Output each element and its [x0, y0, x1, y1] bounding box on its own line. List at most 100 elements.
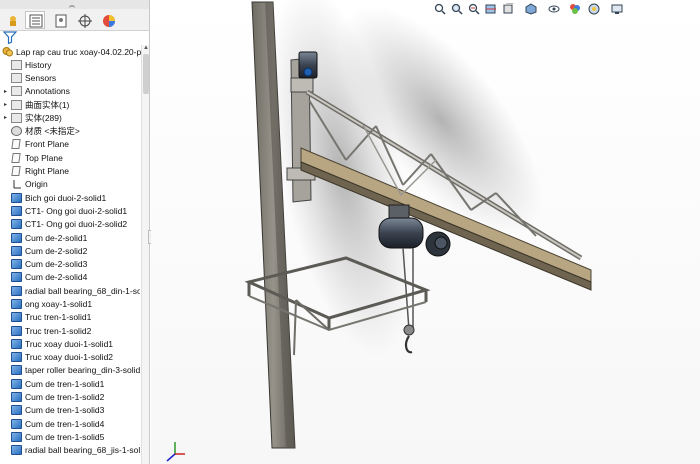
- tree-item-label: CT1- Ong goi duoi-2-solid1: [25, 205, 128, 216]
- solid-body-icon: [11, 392, 22, 403]
- sensors-icon: [11, 72, 22, 83]
- tree-item-label: radial ball bearing_68_din-1-soli: [25, 285, 140, 296]
- solid-body-icon: [11, 405, 22, 416]
- plane-icon: [11, 152, 21, 163]
- tree-item[interactable]: Origin: [0, 178, 140, 191]
- tree-item[interactable]: History: [0, 58, 140, 71]
- tree-item[interactable]: Cum de-2-solid1: [0, 231, 140, 244]
- solid-body-icon: [11, 445, 22, 456]
- tree-item-label: Cum de-2-solid2: [25, 245, 88, 256]
- solid-body-icon: [11, 352, 22, 363]
- solid-body-icon: [11, 192, 22, 203]
- tree-item-label: Truc xoay duoi-1-solid2: [25, 352, 114, 363]
- tree-item[interactable]: Right Plane: [0, 164, 140, 177]
- jib-crane-model[interactable]: [151, 0, 700, 464]
- tree-item[interactable]: Cum de tren-1-solid5: [0, 430, 140, 443]
- tree-item[interactable]: Cum de-2-solid2: [0, 244, 140, 257]
- tree-item[interactable]: ▸ Annotations: [0, 85, 140, 98]
- tree-item-label: Origin: [25, 179, 48, 190]
- tree-item[interactable]: Cum de tren-1-solid2: [0, 390, 140, 403]
- configuration-manager-tab[interactable]: [50, 11, 70, 29]
- tree-item[interactable]: radial ball bearing_68_din-1-soli: [0, 284, 140, 297]
- tree-item-label: Cum de tren-1-solid4: [25, 418, 105, 429]
- display-manager-tab[interactable]: [98, 11, 118, 29]
- hoist-motor: [378, 217, 424, 249]
- tree-item[interactable]: ▸ 实体(289): [0, 111, 140, 124]
- feature-manager-icon: [10, 16, 16, 26]
- filter-icon[interactable]: [3, 31, 17, 44]
- tree-item[interactable]: 材质 <未指定>: [0, 124, 140, 137]
- expand-toggle-icon[interactable]: ▸: [0, 114, 11, 121]
- solid-body-icon: [11, 365, 22, 376]
- dimxpert-icon: [78, 14, 92, 28]
- property-manager-tab[interactable]: [25, 11, 45, 29]
- solid-body-icon: [11, 418, 22, 429]
- tree-item-label: Cum de-2-solid4: [25, 272, 88, 283]
- tree-item[interactable]: Cum de tren-1-solid4: [0, 417, 140, 430]
- solid-body-icon: [11, 245, 22, 256]
- tree-item[interactable]: Cum de tren-1-solid1: [0, 377, 140, 390]
- tree-item-label: Right Plane: [25, 166, 69, 177]
- feature-manager-tab[interactable]: [2, 11, 22, 29]
- plane-icon: [11, 139, 21, 150]
- tree-item[interactable]: Sensors: [0, 71, 140, 84]
- tree-item[interactable]: radial ball bearing_68_jis-1-soli: [0, 444, 140, 457]
- feature-manager-panel: ︽ Lap rap cau truc xoay-04.02.20-par His…: [0, 0, 150, 464]
- tree-root-assembly[interactable]: Lap rap cau truc xoay-04.02.20-par: [2, 45, 149, 58]
- tree-item-label: ong xoay-1-solid1: [25, 298, 93, 309]
- graphics-viewport[interactable]: [151, 0, 700, 464]
- tree-item-label: Cum de-2-solid3: [25, 259, 88, 270]
- hook: [404, 335, 413, 354]
- tree-item-label: History: [25, 59, 52, 70]
- tree-item-label: Cum de-2-solid1: [25, 232, 88, 243]
- solid-body-icon: [11, 259, 22, 270]
- plane-icon: [11, 166, 21, 177]
- tree-item[interactable]: Truc tren-1-solid2: [0, 324, 140, 337]
- feature-tree: History Sensors ▸ Annotations ▸ 曲面实体(1) ▸ 实体(28…: [0, 58, 140, 457]
- tree-item[interactable]: CT1- Ong goi duoi-2-solid1: [0, 204, 140, 217]
- surface-bodies-icon: [11, 99, 22, 110]
- tree-item-label: Front Plane: [25, 139, 69, 150]
- solid-body-icon: [11, 325, 22, 336]
- tree-item[interactable]: Cum de-2-solid3: [0, 257, 140, 270]
- tree-item-label: radial ball bearing_68_jis-1-soli: [25, 445, 140, 456]
- scroll-up-icon[interactable]: ▲: [142, 45, 149, 53]
- scrollbar-thumb[interactable]: [143, 54, 149, 94]
- tree-item-label: Truc xoay duoi-1-solid1: [25, 338, 114, 349]
- origin-icon: [11, 179, 22, 189]
- solid-body-icon: [11, 431, 22, 442]
- tree-item[interactable]: Top Plane: [0, 151, 140, 164]
- slew-motor-cap: [303, 67, 313, 77]
- panel-grip[interactable]: ︽: [0, 0, 149, 9]
- solid-body-icon: [11, 378, 22, 389]
- tree-scrollbar[interactable]: ▲: [141, 45, 149, 464]
- dimxpert-tab[interactable]: [74, 11, 94, 29]
- expand-toggle-icon[interactable]: ▸: [0, 88, 11, 95]
- display-manager-icon: [103, 15, 115, 27]
- configuration-manager-icon: [55, 14, 67, 28]
- tree-item[interactable]: Truc xoay duoi-1-solid2: [0, 351, 140, 364]
- tree-item[interactable]: Cum de tren-1-solid3: [0, 404, 140, 417]
- tree-item[interactable]: Truc xoay duoi-1-solid1: [0, 337, 140, 350]
- tree-item[interactable]: Cum de-2-solid4: [0, 271, 140, 284]
- solid-body-icon: [11, 285, 22, 296]
- solid-bodies-icon: [11, 112, 22, 123]
- tree-item[interactable]: taper roller bearing_din-3-solid: [0, 364, 140, 377]
- tree-item[interactable]: Bich goi duoi-2-solid1: [0, 191, 140, 204]
- tree-item[interactable]: Truc tren-1-solid1: [0, 311, 140, 324]
- solid-body-icon: [11, 272, 22, 283]
- tree-item[interactable]: Front Plane: [0, 138, 140, 151]
- tree-item-label: 实体(289): [25, 112, 62, 123]
- tree-item[interactable]: CT1- Ong goi duoi-2-solid2: [0, 218, 140, 231]
- tree-item[interactable]: ▸ 曲面实体(1): [0, 98, 140, 111]
- solid-body-icon: [11, 232, 22, 243]
- tree-item[interactable]: ong xoay-1-solid1: [0, 297, 140, 310]
- tree-item-label: Cum de tren-1-solid2: [25, 392, 105, 403]
- tree-item-label: Truc tren-1-solid2: [25, 325, 92, 336]
- tree-item-label: Cum de tren-1-solid3: [25, 405, 105, 416]
- tree-item-label: 材质 <未指定>: [25, 126, 80, 137]
- expand-toggle-icon[interactable]: ▸: [0, 101, 11, 108]
- solid-body-icon: [11, 219, 22, 230]
- upper-bearing-housing: [290, 77, 314, 93]
- assembly-icon: [2, 47, 13, 57]
